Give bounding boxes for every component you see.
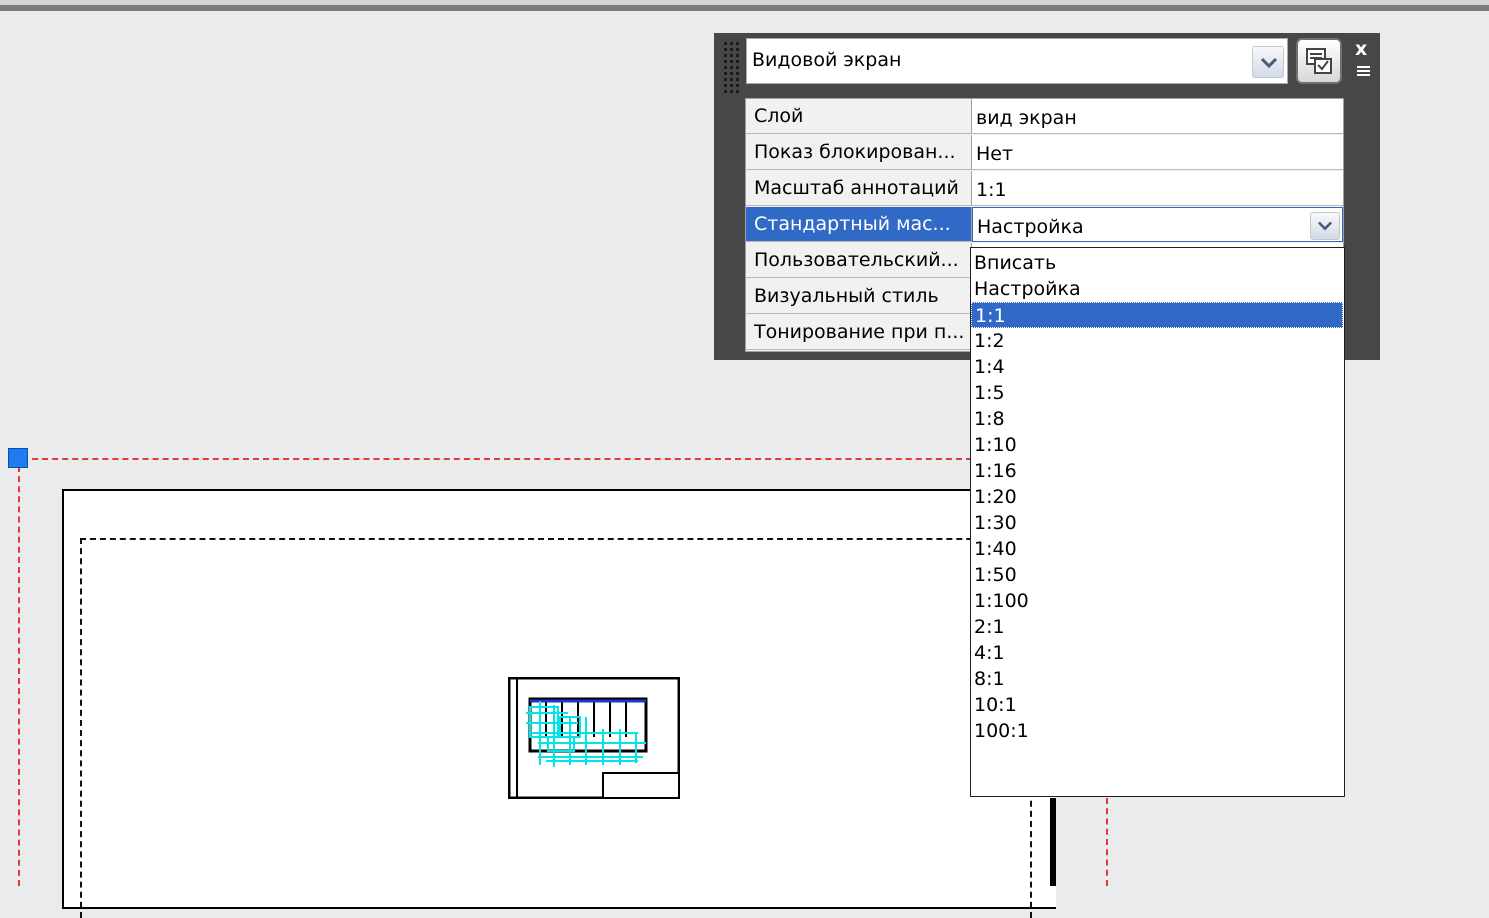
- object-type-value: Видовой экран: [752, 49, 902, 71]
- chevron-down-icon: [1260, 57, 1278, 69]
- scale-option[interactable]: 2:1: [971, 614, 1343, 640]
- sheet-right-edge: [1050, 798, 1056, 886]
- scale-option[interactable]: 1:10: [971, 432, 1343, 458]
- grip-icon[interactable]: [8, 448, 28, 468]
- property-label: Пользовательский...: [746, 243, 972, 278]
- property-label: Тонирование при п...: [746, 315, 972, 350]
- scale-option-highlighted[interactable]: 1:1: [971, 302, 1343, 328]
- scale-option[interactable]: 1:40: [971, 536, 1343, 562]
- close-icon[interactable]: x: [1355, 38, 1367, 60]
- scale-option[interactable]: 1:50: [971, 562, 1343, 588]
- scale-option[interactable]: 4:1: [971, 640, 1343, 666]
- scale-option[interactable]: Вписать: [971, 250, 1343, 276]
- viewport-selection-top: [22, 458, 972, 460]
- property-value[interactable]: вид экран: [972, 99, 1343, 134]
- scale-option[interactable]: 1:2: [971, 328, 1343, 354]
- scale-option[interactable]: 1:5: [971, 380, 1343, 406]
- property-value[interactable]: Настройка: [972, 207, 1343, 242]
- quick-select-icon: [1306, 48, 1332, 74]
- scale-option[interactable]: 1:20: [971, 484, 1343, 510]
- property-row-display-locked[interactable]: Показ блокирован... Нет: [746, 135, 1343, 171]
- property-row-annotation-scale[interactable]: Масштаб аннотаций 1:1: [746, 171, 1343, 207]
- property-label: Показ блокирован...: [746, 135, 972, 170]
- scale-option[interactable]: 8:1: [971, 666, 1343, 692]
- property-value[interactable]: Нет: [972, 135, 1343, 170]
- chevron-down-icon: [1317, 221, 1333, 231]
- scale-option[interactable]: 1:8: [971, 406, 1343, 432]
- property-label: Слой: [746, 99, 972, 134]
- palette-menu-icon[interactable]: [1357, 66, 1370, 80]
- viewport-selection-left: [18, 466, 20, 886]
- scale-option[interactable]: 1:16: [971, 458, 1343, 484]
- scale-option[interactable]: 1:100: [971, 588, 1343, 614]
- quick-select-button[interactable]: [1296, 38, 1342, 84]
- viewport-selection-right: [1106, 798, 1108, 886]
- property-label: Стандартный мас...: [746, 207, 972, 242]
- canvas-top-edge: [0, 5, 1489, 11]
- scale-option[interactable]: 10:1: [971, 692, 1343, 718]
- property-row-standard-scale[interactable]: Стандартный мас... Настройка: [746, 207, 1343, 243]
- scale-option[interactable]: Настройка: [971, 276, 1343, 302]
- property-label: Визуальный стиль: [746, 279, 972, 314]
- property-value[interactable]: 1:1: [972, 171, 1343, 206]
- property-row-layer[interactable]: Слой вид экран: [746, 99, 1343, 135]
- scale-option[interactable]: 1:30: [971, 510, 1343, 536]
- viewport-drawing-thumbnail: [508, 677, 680, 799]
- standard-scale-dropdown-button[interactable]: [1310, 212, 1340, 240]
- scale-option[interactable]: 100:1: [971, 718, 1343, 744]
- scale-option[interactable]: 1:4: [971, 354, 1343, 380]
- property-label: Масштаб аннотаций: [746, 171, 972, 206]
- grab-handle-icon[interactable]: [722, 40, 740, 96]
- object-type-dropdown-button[interactable]: [1252, 46, 1284, 78]
